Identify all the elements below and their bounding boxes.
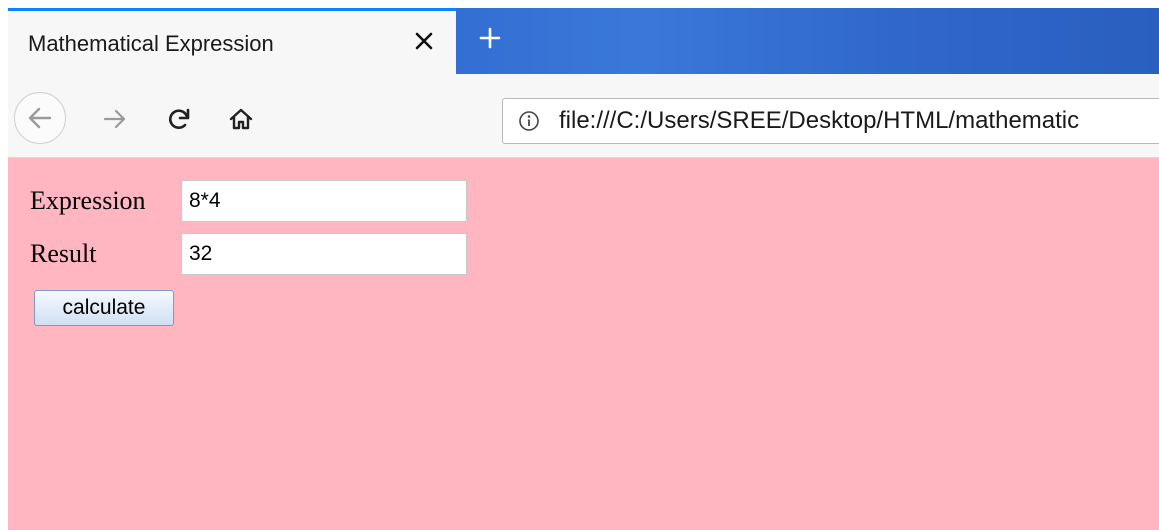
calculate-button[interactable]: calculate [34, 290, 174, 326]
forward-arrow-icon[interactable] [100, 104, 130, 134]
plus-icon[interactable] [470, 18, 510, 58]
result-label: Result [30, 239, 97, 268]
expression-label: Expression [30, 186, 146, 215]
tab-active[interactable]: Mathematical Expression [8, 8, 456, 74]
reload-icon[interactable] [164, 104, 194, 134]
tab-title: Mathematical Expression [28, 31, 274, 56]
close-icon[interactable] [408, 25, 440, 57]
info-icon[interactable] [517, 109, 541, 133]
back-arrow-icon[interactable] [14, 92, 66, 144]
page-content: Expression Result calculate [8, 158, 1159, 530]
address-bar[interactable]: file:///C:/Users/SREE/Desktop/HTML/mathe… [502, 98, 1159, 144]
home-icon[interactable] [226, 104, 256, 134]
url-text: file:///C:/Users/SREE/Desktop/HTML/mathe… [559, 107, 1080, 134]
result-input[interactable] [181, 233, 467, 275]
tab-strip: Mathematical Expression [8, 8, 1159, 74]
navigation-toolbar: file:///C:/Users/SREE/Desktop/HTML/mathe… [8, 74, 1159, 158]
expression-input[interactable] [181, 180, 467, 222]
